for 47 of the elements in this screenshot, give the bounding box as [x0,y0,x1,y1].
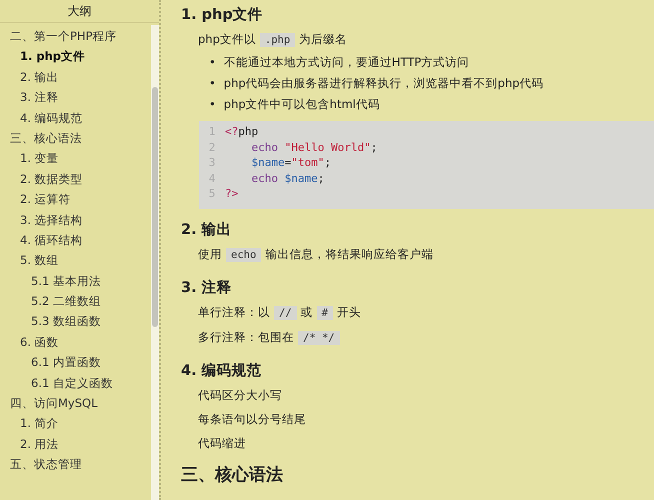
code-line: $name="tom"; [250,155,331,171]
paragraph: 多行注释：包围在 /* */ [198,324,654,350]
paragraph: php文件以 .php 为后缀名 [198,31,348,49]
sidebar-title: 大纲 [0,0,159,23]
outline-item[interactable]: 4. 循环结构 [0,230,151,250]
outline-item[interactable]: 三、核心语法 [0,128,151,148]
paragraph: 代码区分大小写 [198,386,283,404]
outline-item[interactable]: 2. 运算符 [0,189,151,210]
code-line: <?php [225,124,258,140]
outline-item[interactable]: 5.2 二维数组 [0,291,151,312]
outline-item[interactable]: 5.1 基本用法 [0,270,151,292]
section-heading: 4. 编码规范 [181,362,263,381]
section-heading: 1. php文件 [181,6,264,25]
code-line: ?> [225,186,238,202]
bullet-text: 不能通过本地方式访问，要通过HTTP方式访问 [224,54,470,71]
outline-item[interactable]: 2. 用法 [0,434,151,454]
section-heading: 3. 注释 [181,278,233,298]
outline-item[interactable]: 5. 数组 [0,250,151,271]
outline-item[interactable]: 1. 简介 [0,413,151,434]
outline-item[interactable]: 4. 编码规范 [0,108,151,128]
outline-item[interactable]: 5.3 数组函数 [0,311,151,332]
paragraph: 使用 echo 输出信息，将结果响应给客户端 [198,246,434,264]
paragraph: 单行注释：以 // 或 # 开头 [198,304,362,322]
bullet-text: php代码会由服务器进行解释执行，浏览器中看不到php代码 [224,75,544,92]
bullet-marker: • [209,54,216,71]
outline-item[interactable]: 五、状态管理 [0,454,151,475]
outline-item[interactable]: 二、第一个PHP程序 [0,26,151,46]
outline-item[interactable]: 6.1 内置函数 [0,352,151,373]
scrollbar[interactable] [151,25,159,500]
paragraph: 每条语句以分号结尾 [198,410,307,428]
paragraph: 代码缩进 [198,434,247,452]
outline-item[interactable]: 1. 变量 [0,148,151,169]
outline-item[interactable]: 四、访问MySQL [0,393,151,414]
outline-item[interactable]: 1. php文件 [0,46,151,67]
chapter-heading: 三、核心语法 [181,464,284,487]
outline-item[interactable]: 6.1 自定义函数 [0,372,151,394]
outline-item[interactable]: 3. 注释 [0,87,151,108]
code-line: echo $name; [250,170,324,186]
outline-item[interactable]: 2. 数据类型 [0,168,151,190]
code-line: echo "Hello World"; [250,140,378,156]
section-heading: 2. 输出 [181,220,233,240]
bullet-marker: • [209,96,216,113]
outline-item[interactable]: 3. 选择结构 [0,210,151,230]
bullet-marker: • [209,75,216,92]
bullet-text: php文件中可以包含html代码 [224,96,380,113]
outline-item[interactable]: 2. 输出 [0,66,151,88]
outline-item[interactable]: 6. 函数 [0,332,151,352]
